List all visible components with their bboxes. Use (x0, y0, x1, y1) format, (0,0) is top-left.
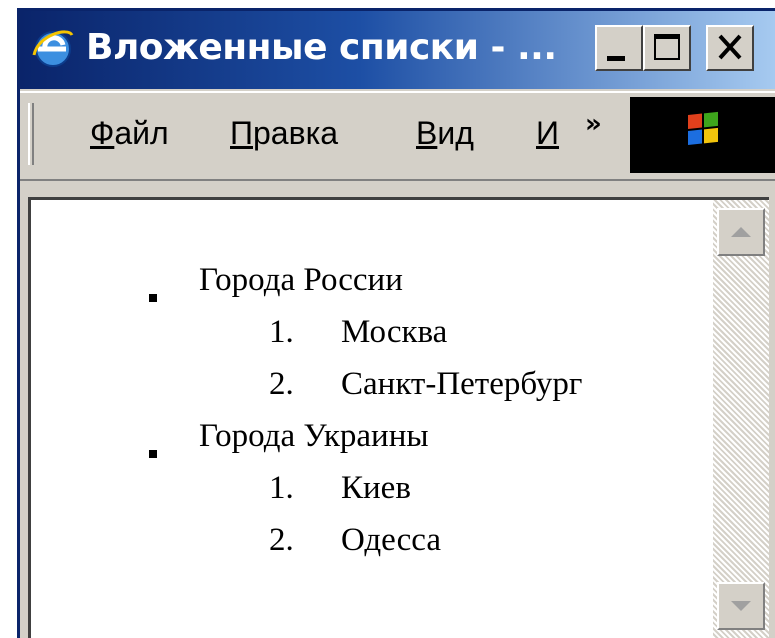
scroll-up-button[interactable] (717, 208, 765, 256)
menu-file[interactable]: Файл (90, 115, 169, 152)
browser-window: Вложенные списки - ... Файл Правка Вид И… (17, 8, 775, 638)
minimize-icon (607, 56, 625, 61)
toolbar-grip[interactable] (28, 103, 34, 165)
windows-logo-icon (630, 97, 775, 173)
menu-edit[interactable]: Правка (230, 115, 338, 152)
internet-explorer-icon (30, 25, 76, 71)
square-bullet-icon (149, 450, 157, 458)
scroll-down-button[interactable] (717, 582, 765, 630)
menu-view[interactable]: Вид (416, 115, 474, 152)
title-bar[interactable]: Вложенные списки - ... (20, 11, 775, 89)
close-icon (718, 34, 742, 60)
square-bullet-icon (149, 294, 157, 302)
minimize-button[interactable] (595, 25, 643, 71)
content-frame: Города России 1. Москва 2. Санкт-Петербу… (20, 183, 775, 638)
maximize-button[interactable] (643, 25, 691, 71)
page-viewport[interactable]: Города России 1. Москва 2. Санкт-Петербу… (28, 197, 769, 638)
vertical-scrollbar[interactable] (713, 200, 769, 638)
arrow-up-icon (731, 227, 751, 237)
menu-overflow-chevron[interactable]: » (585, 109, 602, 139)
arrow-down-icon (731, 601, 751, 611)
menu-favorites[interactable]: И (536, 115, 559, 152)
window-title: Вложенные списки - ... (86, 27, 557, 68)
page-content: Города России 1. Москва 2. Санкт-Петербу… (31, 200, 713, 638)
close-button[interactable] (706, 25, 754, 71)
maximize-icon (654, 34, 680, 60)
menu-bar: Файл Правка Вид И » (20, 91, 775, 181)
